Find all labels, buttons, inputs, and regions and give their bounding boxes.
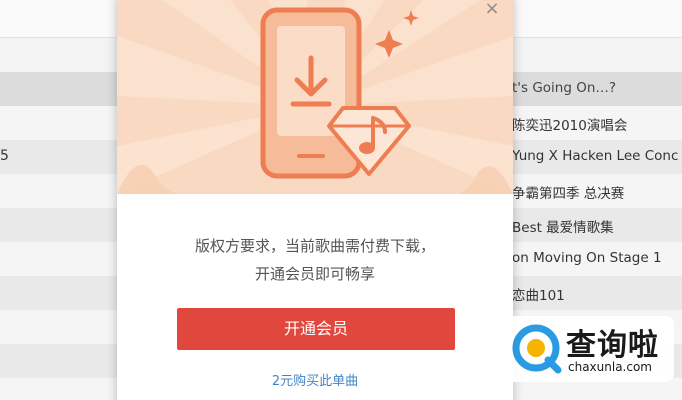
watermark-logo-icon xyxy=(512,324,562,374)
row-album: Best 最爱情歌集 xyxy=(512,220,614,236)
dialog-message-line2: 开通会员即可畅享 xyxy=(254,265,375,283)
row-album: on Moving On Stage 1 xyxy=(512,250,662,266)
watermark-domain: chaxunla.com xyxy=(568,360,652,374)
watermark-title: 查询啦 xyxy=(566,328,659,363)
open-vip-button[interactable]: 开通会员 xyxy=(177,308,455,350)
close-icon[interactable]: × xyxy=(483,0,501,18)
row-album: 陈奕迅2010演唱会 xyxy=(512,118,628,134)
dialog-message: 版权方要求，当前歌曲需付费下载， 开通会员即可畅享 xyxy=(117,232,513,288)
row-album: Yung X Hacken Lee Conc xyxy=(512,148,679,164)
dialog-message-line1: 版权方要求，当前歌曲需付费下载， xyxy=(194,237,435,255)
row-album: 争霸第四季 总决赛 xyxy=(512,186,625,202)
buy-single-link[interactable]: 2元购买此单曲 xyxy=(117,370,513,389)
phone-download-icon xyxy=(260,7,362,179)
row-album: 恋曲101 xyxy=(512,288,565,304)
watermark: 查询啦 chaxunla.com xyxy=(506,316,674,382)
list-header-album: t's Going On…? xyxy=(512,80,617,96)
dialog-banner: × xyxy=(117,0,513,194)
banner-illustration xyxy=(117,0,513,194)
row-number-fragment: 5 xyxy=(0,148,9,164)
paid-download-dialog: × 版权方要求，当前歌曲需付费下载， 开通会员即可畅享 开通会员 2元购买此单曲 xyxy=(117,0,513,400)
